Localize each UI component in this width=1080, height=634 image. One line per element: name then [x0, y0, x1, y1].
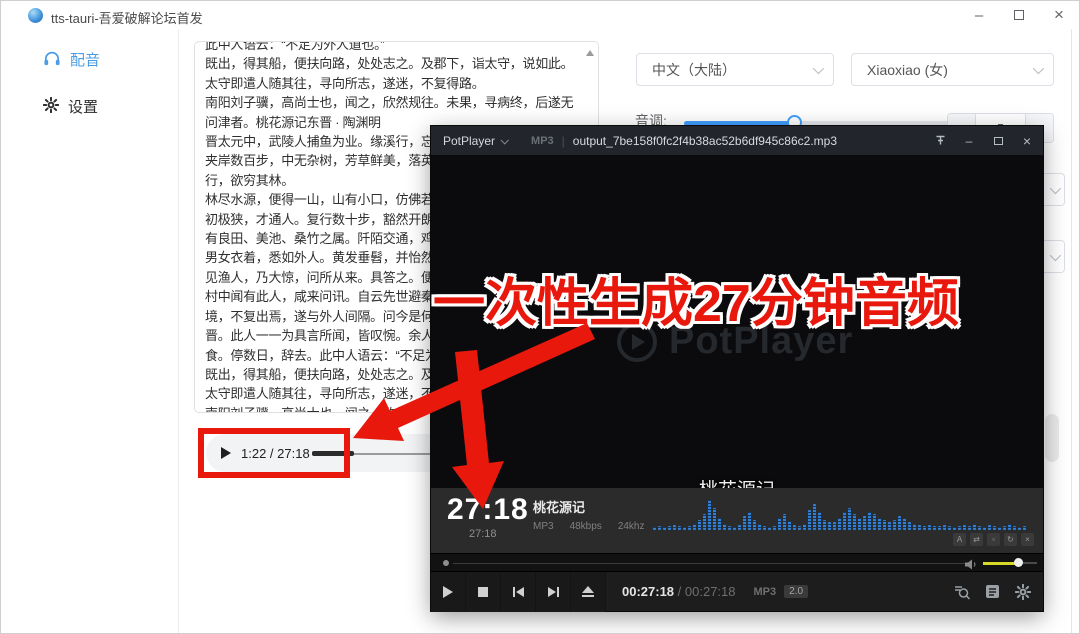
format-badge: MP3	[531, 135, 554, 147]
potplayer-menu-label: PotPlayer	[443, 134, 495, 148]
track-meta: MP3 48kbps 24khz	[533, 521, 645, 532]
next-button[interactable]	[536, 572, 571, 612]
voice-select-value: Xiaoxiao (女)	[867, 60, 948, 80]
hidden-select-fragment[interactable]	[1043, 173, 1065, 206]
sidebar-item-voiceover[interactable]: 配音	[43, 49, 100, 70]
volume-handle[interactable]	[1014, 558, 1023, 567]
maximize-icon[interactable]	[990, 137, 1006, 145]
mini-icons-row: A ⇄ ▫ ↻ ×	[953, 533, 1034, 546]
play-button[interactable]	[431, 572, 466, 612]
scrollbar-thumb[interactable]	[1045, 414, 1059, 462]
close-button[interactable]: ×	[1048, 5, 1070, 25]
time-current: 00:27:18	[622, 584, 674, 599]
sidebar-item-settings[interactable]: 设置	[43, 96, 98, 117]
sidebar: 配音 设置	[1, 29, 179, 634]
app-title: tts-tauri-吾爱破解论坛首发	[51, 8, 203, 27]
stop-button[interactable]	[466, 572, 501, 612]
time-total: 00:27:18	[685, 584, 736, 599]
chevron-down-icon	[1049, 182, 1060, 193]
app-titlebar: tts-tauri-吾爱破解论坛首发 – ×	[1, 1, 1079, 29]
meta-bitrate: 48kbps	[570, 521, 602, 532]
language-select-value: 中文（大陆）	[652, 60, 736, 80]
potplayer-titlebar[interactable]: PotPlayer MP3 | output_7be158f0fc2f4b38a…	[431, 126, 1043, 155]
next-icon	[548, 587, 556, 597]
loop-icon[interactable]: ↻	[1004, 533, 1017, 546]
browser-search-icon[interactable]	[954, 584, 970, 600]
default-mode-icon[interactable]: ▫	[987, 533, 1000, 546]
minimize-icon[interactable]: –	[961, 134, 977, 148]
duration-sub: 27:18	[469, 528, 497, 540]
minimize-icon: –	[975, 7, 983, 24]
seek-handle[interactable]	[443, 560, 449, 566]
settings-gear-icon[interactable]	[1015, 584, 1031, 600]
shuffle-icon[interactable]: ×	[1021, 533, 1034, 546]
play-icon	[443, 586, 453, 598]
chevron-down-icon	[1049, 249, 1060, 260]
hidden-select-fragment[interactable]	[1043, 240, 1065, 273]
meta-samplerate: 24khz	[618, 521, 645, 532]
scrollbar-track	[1071, 29, 1072, 634]
duration-display: 27:18	[447, 493, 529, 527]
headphones-icon	[43, 50, 61, 70]
eject-button[interactable]	[571, 572, 606, 612]
scroll-up-icon[interactable]	[586, 50, 594, 56]
previous-icon	[516, 587, 524, 597]
spectrum-bars	[653, 496, 1037, 530]
annotation-highlight-box	[198, 428, 350, 478]
voice-select[interactable]: Xiaoxiao (女)	[851, 53, 1054, 86]
sidebar-item-label: 配音	[70, 49, 100, 70]
codec-badge: MP3	[754, 586, 777, 598]
language-select[interactable]: 中文（大陆）	[636, 53, 834, 86]
chevron-down-icon	[813, 62, 824, 73]
eject-icon	[582, 586, 594, 597]
meta-format: MP3	[533, 521, 554, 532]
track-title: 桃花源记	[533, 497, 585, 516]
time-display: 00:27:18 / 00:27:18	[622, 584, 736, 599]
volume-slider[interactable]	[983, 562, 1037, 564]
gear-icon	[43, 97, 59, 117]
chevron-down-icon	[500, 136, 508, 144]
channels-badge: 2.0	[784, 585, 808, 598]
minimize-button[interactable]: –	[968, 5, 990, 25]
ab-repeat-icon[interactable]: A	[953, 533, 966, 546]
separator: |	[562, 134, 565, 148]
filename: output_7be158f0fc2f4b38ac52b6df945c86c2.…	[573, 134, 837, 148]
close-icon[interactable]: ×	[1019, 133, 1035, 149]
chevron-down-icon	[1033, 62, 1044, 73]
order-icon[interactable]: ⇄	[970, 533, 983, 546]
time-separator: /	[674, 584, 685, 599]
control-bar: 00:27:18 / 00:27:18 MP3 2.0	[431, 571, 1043, 611]
pin-icon[interactable]	[932, 135, 948, 146]
playlist-icon[interactable]	[985, 584, 1000, 599]
sidebar-item-label: 设置	[68, 96, 98, 117]
maximize-button[interactable]	[1008, 5, 1030, 25]
seek-track[interactable]	[453, 563, 965, 565]
close-icon: ×	[1054, 5, 1064, 25]
maximize-icon	[1014, 10, 1024, 20]
stop-icon	[478, 587, 488, 597]
seek-bar[interactable]	[431, 553, 1043, 571]
annotation-headline: 一次性生成27分钟音频	[433, 261, 959, 336]
previous-button[interactable]	[501, 572, 536, 612]
app-logo-icon	[28, 8, 43, 23]
potplayer-menu-button[interactable]: PotPlayer	[431, 126, 517, 155]
potplayer-window: PotPlayer MP3 | output_7be158f0fc2f4b38a…	[431, 126, 1043, 611]
info-panel: 27:18 27:18 桃花源记 MP3 48kbps 24khz A ⇄ ▫ …	[431, 488, 1043, 553]
screen: tts-tauri-吾爱破解论坛首发 – × 配音 设置 此中人语云：“不足为外…	[0, 0, 1080, 634]
